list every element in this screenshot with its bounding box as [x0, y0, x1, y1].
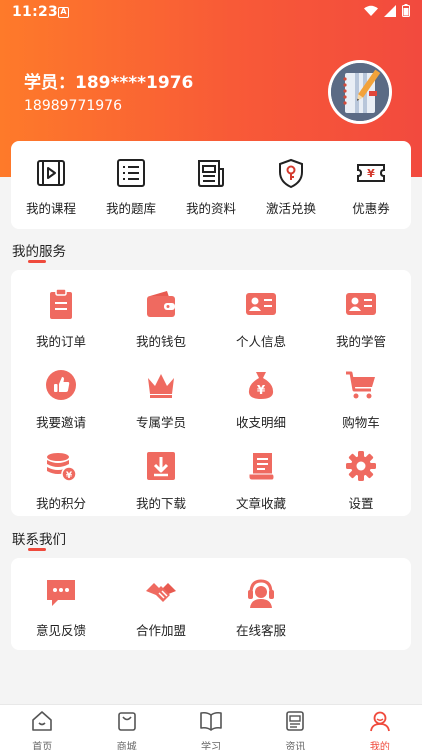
- svg-text:¥: ¥: [257, 383, 266, 397]
- user-phone: 18989771976: [24, 98, 122, 114]
- list-icon: [117, 159, 145, 187]
- service-label: 个人信息: [235, 334, 286, 349]
- money-bag-icon: ¥: [248, 372, 274, 399]
- quick-link-materials[interactable]: 我的资料: [176, 157, 246, 229]
- service-orders[interactable]: 我的订单: [11, 288, 111, 350]
- wifi-icon: [364, 5, 378, 16]
- video-play-icon: [37, 160, 65, 186]
- bottom-tab-bar: 首页 商城 学习 资讯 我的: [0, 704, 422, 750]
- contact-feedback[interactable]: 意见反馈: [11, 577, 111, 639]
- tab-mine[interactable]: 我的: [338, 705, 422, 750]
- services-title-underline: [28, 260, 46, 263]
- shield-key-icon: [279, 158, 303, 189]
- service-label: 我的学管: [335, 334, 386, 349]
- tab-label: 商城: [116, 742, 137, 750]
- contact-title: 联系我们: [12, 532, 66, 548]
- quick-link-label: 激活兑换: [265, 201, 316, 216]
- quick-link-coupons[interactable]: ¥ 优惠券: [336, 157, 406, 229]
- thumbs-up-icon: [46, 370, 76, 400]
- wallet-icon: [147, 291, 175, 317]
- service-wallet[interactable]: 我的钱包: [111, 288, 211, 350]
- svg-text:¥: ¥: [66, 471, 73, 481]
- service-label: 文章收藏: [235, 496, 286, 511]
- service-label: 购物车: [342, 415, 380, 430]
- coupon-icon: ¥: [357, 164, 385, 182]
- contact-label: 意见反馈: [35, 623, 86, 638]
- tab-mall[interactable]: 商城: [84, 705, 168, 750]
- newspaper-icon: [198, 160, 224, 187]
- tab-study[interactable]: 学习: [169, 705, 253, 750]
- service-downloads[interactable]: 我的下载: [111, 450, 211, 512]
- service-label: 我的钱包: [135, 334, 186, 349]
- scroll-icon: [248, 453, 275, 481]
- shopping-bag-icon: [117, 712, 136, 731]
- notebook-pencil-icon: [331, 63, 389, 121]
- service-label: 我要邀请: [35, 415, 86, 430]
- news-icon: [286, 711, 305, 731]
- service-label: 我的订单: [35, 334, 86, 349]
- quick-link-label: 我的课程: [25, 201, 76, 216]
- tab-label: 学习: [201, 742, 222, 750]
- service-points[interactable]: ¥ 我的积分: [11, 450, 111, 512]
- sim-icon: A: [58, 7, 69, 18]
- handshake-icon: [146, 583, 176, 602]
- coins-icon: ¥: [47, 453, 77, 482]
- contact-label: 在线客服: [235, 623, 286, 638]
- crown-icon: [148, 374, 174, 398]
- id-card-icon: [346, 293, 376, 315]
- clipboard-icon: [50, 288, 72, 319]
- service-label: 设置: [348, 496, 374, 511]
- quick-links-card: 我的课程 我的题库 我的资料 激活兑换 ¥ 优惠券: [11, 141, 411, 229]
- service-invite[interactable]: 我要邀请: [11, 369, 111, 431]
- service-settings[interactable]: 设置: [311, 450, 411, 512]
- services-card: 我的订单 我的钱包 个人信息 我的学管 我要邀请 专属学员 ¥ 收支明细 购物车…: [11, 270, 411, 516]
- chat-icon: [47, 580, 75, 606]
- quick-link-label: 我的资料: [185, 201, 236, 216]
- service-label: 专属学员: [135, 415, 186, 430]
- tab-label: 我的: [369, 742, 390, 750]
- contact-title-underline: [28, 548, 46, 551]
- services-title: 我的服务: [12, 244, 66, 260]
- download-icon: [147, 452, 175, 480]
- service-label: 我的下载: [135, 496, 186, 511]
- service-personal-info[interactable]: 个人信息: [211, 288, 311, 350]
- service-label: 我的积分: [35, 496, 86, 511]
- tab-home[interactable]: 首页: [0, 705, 84, 750]
- contact-label: 合作加盟: [135, 623, 186, 638]
- status-bar: 11:23 A: [0, 0, 422, 24]
- contact-customer-service[interactable]: 在线客服: [211, 577, 311, 639]
- book-icon: [200, 711, 222, 731]
- avatar[interactable]: [328, 60, 392, 124]
- quick-link-courses[interactable]: 我的课程: [16, 157, 86, 229]
- tab-label: 首页: [32, 742, 53, 750]
- quick-link-activate[interactable]: 激活兑换: [256, 157, 326, 229]
- service-article-favorites[interactable]: 文章收藏: [211, 450, 311, 512]
- tab-news[interactable]: 资讯: [253, 705, 337, 750]
- svg-text:¥: ¥: [367, 167, 375, 180]
- service-study-manager[interactable]: 我的学管: [311, 288, 411, 350]
- status-time: 11:23: [12, 4, 59, 20]
- quick-link-question-bank[interactable]: 我的题库: [96, 157, 166, 229]
- quick-link-label: 优惠券: [352, 201, 390, 216]
- service-income-expense[interactable]: ¥ 收支明细: [211, 369, 311, 431]
- service-cart[interactable]: 购物车: [311, 369, 411, 431]
- quick-link-label: 我的题库: [105, 201, 156, 216]
- user-icon: [369, 711, 390, 732]
- user-name: 学员：189****1976: [24, 73, 194, 93]
- battery-icon: [402, 4, 410, 17]
- contact-card: 意见反馈 合作加盟 在线客服: [11, 558, 411, 650]
- headset-icon: [248, 579, 274, 608]
- id-card-icon: [246, 293, 276, 315]
- cart-icon: [346, 371, 375, 399]
- service-label: 收支明细: [235, 415, 286, 430]
- contact-partnership[interactable]: 合作加盟: [111, 577, 211, 639]
- tab-label: 资讯: [285, 742, 306, 750]
- home-icon: [32, 711, 53, 731]
- signal-icon: [384, 4, 396, 17]
- service-exclusive[interactable]: 专属学员: [111, 369, 211, 431]
- gear-icon: [346, 451, 376, 481]
